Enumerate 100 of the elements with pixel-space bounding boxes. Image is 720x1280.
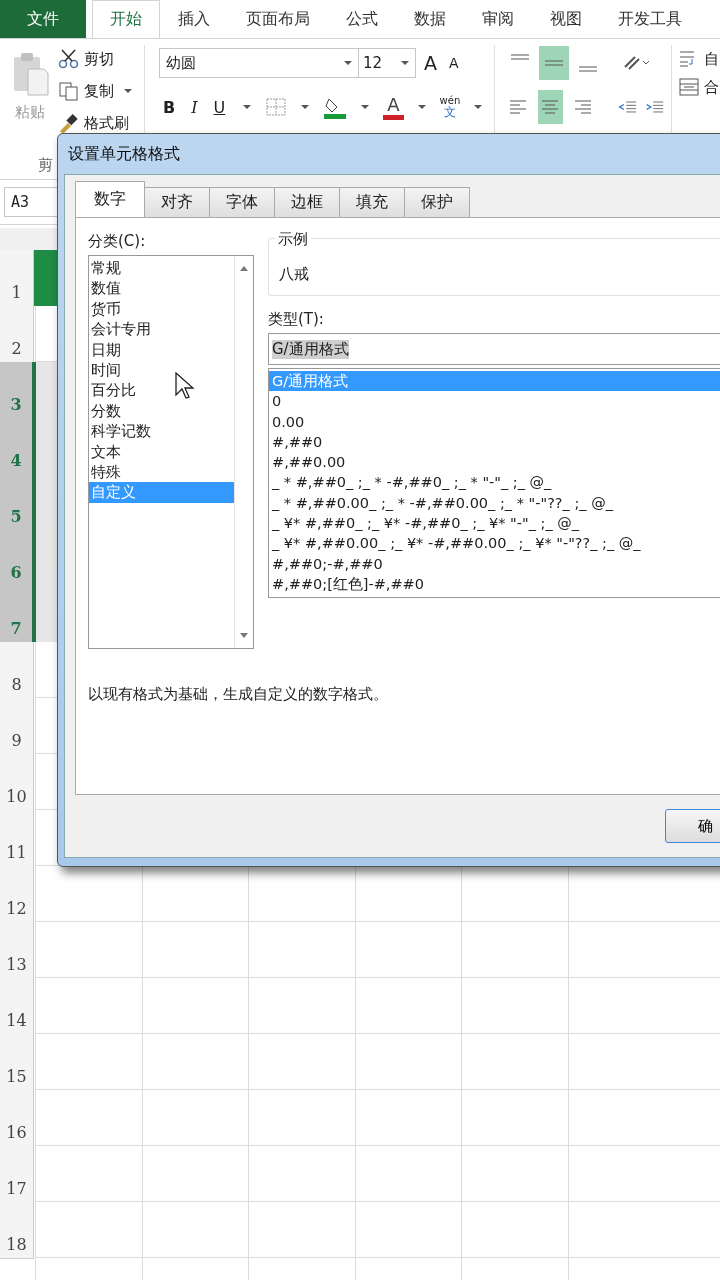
row-header[interactable]: 16: [0, 1090, 34, 1146]
increase-indent-icon: [645, 99, 666, 115]
category-item[interactable]: 文本: [89, 441, 234, 463]
ribbon-tab[interactable]: 审阅: [464, 0, 532, 38]
row-header[interactable]: 18: [0, 1202, 34, 1258]
caret-icon: [474, 105, 483, 109]
phonetic-button[interactable]: wén 文: [439, 96, 461, 118]
type-label: 类型(T):: [268, 310, 325, 329]
row-header[interactable]: 2: [0, 306, 34, 362]
row-header[interactable]: 14: [0, 978, 34, 1034]
row-header[interactable]: 8: [0, 642, 34, 698]
category-item[interactable]: 特殊: [89, 462, 234, 483]
scissors-icon: [58, 49, 80, 69]
caret-icon: [361, 105, 370, 109]
format-painter-button[interactable]: 格式刷: [58, 109, 138, 137]
row-header[interactable]: 13: [0, 922, 34, 978]
row-header[interactable]: 15: [0, 1034, 34, 1090]
ribbon-tab[interactable]: 公式: [328, 0, 396, 38]
description-text: 以现有格式为基础，生成自定义的数字格式。: [88, 685, 389, 704]
category-item[interactable]: 货币: [89, 298, 234, 320]
row-header[interactable]: 9: [0, 698, 34, 754]
horizontal-align-button[interactable]: [538, 90, 563, 124]
mouse-cursor-icon: [175, 372, 195, 400]
ribbon-tab[interactable]: 开发工具: [600, 0, 700, 38]
align-icon: [579, 66, 598, 72]
row-header[interactable]: 17: [0, 1146, 34, 1202]
font-name-field[interactable]: 幼圆: [159, 48, 359, 78]
align-icon: [540, 99, 561, 115]
shrink-font-button[interactable]: A: [445, 55, 463, 71]
caret-icon: [417, 105, 426, 109]
wrap-text-button[interactable]: 自: [678, 45, 720, 73]
scroll-up-icon: [239, 264, 249, 272]
type-item[interactable]: #,##0: [269, 431, 720, 453]
copy-button[interactable]: 复制: [58, 77, 138, 105]
vertical-align-button[interactable]: [539, 46, 570, 80]
type-input-field[interactable]: G/通用格式: [268, 333, 720, 365]
ribbon-tab[interactable]: 插入: [160, 0, 228, 38]
type-item[interactable]: _ * #,##0_ ;_ * -#,##0_ ;_ * "-"_ ;_ @_: [269, 472, 720, 493]
caret-icon: [243, 105, 252, 109]
row-header[interactable]: 10: [0, 754, 34, 810]
align-icon: [511, 54, 530, 60]
copy-icon: [58, 81, 80, 101]
border-icon: [265, 97, 288, 117]
dialog-title: 设置单元格格式: [68, 143, 180, 165]
merge-button[interactable]: 合: [678, 73, 720, 101]
caret-icon: [401, 61, 409, 65]
bold-button[interactable]: B: [159, 97, 180, 117]
grow-font-button[interactable]: A: [420, 52, 441, 74]
type-item[interactable]: 0.00: [269, 411, 720, 432]
dialog-tab[interactable]: 对齐: [144, 187, 210, 217]
category-item[interactable]: 分数: [89, 400, 234, 422]
ribbon-tab[interactable]: 视图: [532, 0, 600, 38]
ribbon-tab[interactable]: 数据: [396, 0, 464, 38]
group-label: 剪: [38, 156, 53, 175]
ok-button[interactable]: 确: [665, 809, 720, 843]
ribbon-tab[interactable]: 开始: [92, 0, 160, 38]
row-header[interactable]: 11: [0, 810, 34, 866]
category-item[interactable]: 会计专用: [89, 319, 234, 340]
align-icon: [573, 99, 594, 115]
dialog-tab[interactable]: 填充: [339, 187, 405, 217]
dialog-tab[interactable]: 字体: [209, 187, 275, 217]
type-item[interactable]: #,##0.00: [269, 452, 720, 473]
file-tab[interactable]: 文件: [0, 0, 86, 38]
type-item[interactable]: _ ¥* #,##0_ ;_ ¥* -#,##0_ ;_ ¥* "-"_ ;_ @_: [269, 513, 720, 534]
font-color-button[interactable]: A: [383, 94, 404, 120]
italic-button[interactable]: I: [187, 97, 202, 117]
category-label: 分类(C):: [88, 232, 147, 251]
type-item[interactable]: _ * #,##0.00_ ;_ * -#,##0.00_ ;_ * "-"??_ ;_ @_: [269, 492, 720, 514]
category-item[interactable]: 日期: [89, 339, 234, 361]
decrease-indent-icon: [617, 99, 638, 115]
sample-value: 八戒: [279, 265, 310, 284]
caret-icon: [301, 105, 310, 109]
category-item[interactable]: 科学记数: [89, 421, 234, 442]
type-item[interactable]: _ ¥* #,##0.00_ ;_ ¥* -#,##0.00_ ;_ ¥* "-"??_ ;_ @_: [269, 533, 720, 554]
dialog-tab[interactable]: 数字: [75, 181, 145, 217]
brush-icon: [58, 113, 80, 133]
type-list[interactable]: [268, 368, 720, 598]
sample-label: 示例: [275, 230, 311, 249]
type-item[interactable]: #,##0;-#,##0: [269, 553, 720, 574]
caret-icon: [344, 61, 352, 65]
dialog-tab[interactable]: 保护: [404, 187, 470, 217]
caret-icon: [124, 89, 132, 93]
align-icon: [507, 99, 528, 115]
category-item[interactable]: 常规: [89, 258, 234, 279]
dialog-tab[interactable]: 边框: [274, 187, 340, 217]
category-list[interactable]: 常规 数值 货币 会计专用 日期 时间 百分比 分数 科学记数 文本 特殊 自定义: [88, 255, 254, 649]
underline-button[interactable]: U: [209, 97, 230, 117]
scroll-down-icon: [239, 632, 249, 640]
category-item[interactable]: 时间: [89, 360, 234, 381]
row-header[interactable]: 1: [0, 250, 34, 306]
category-item[interactable]: 数值: [89, 278, 234, 299]
type-item[interactable]: 0: [269, 391, 720, 412]
font-size-field[interactable]: 12: [358, 48, 416, 78]
category-item[interactable]: 百分比: [89, 380, 234, 401]
ribbon-tab[interactable]: 页面布局: [228, 0, 328, 38]
align-icon: [545, 60, 564, 66]
cut-button[interactable]: 剪切: [58, 45, 138, 73]
row-header[interactable]: 12: [0, 866, 34, 922]
merge-icon: [678, 77, 701, 97]
type-item[interactable]: #,##0;[红色]-#,##0: [269, 573, 720, 595]
